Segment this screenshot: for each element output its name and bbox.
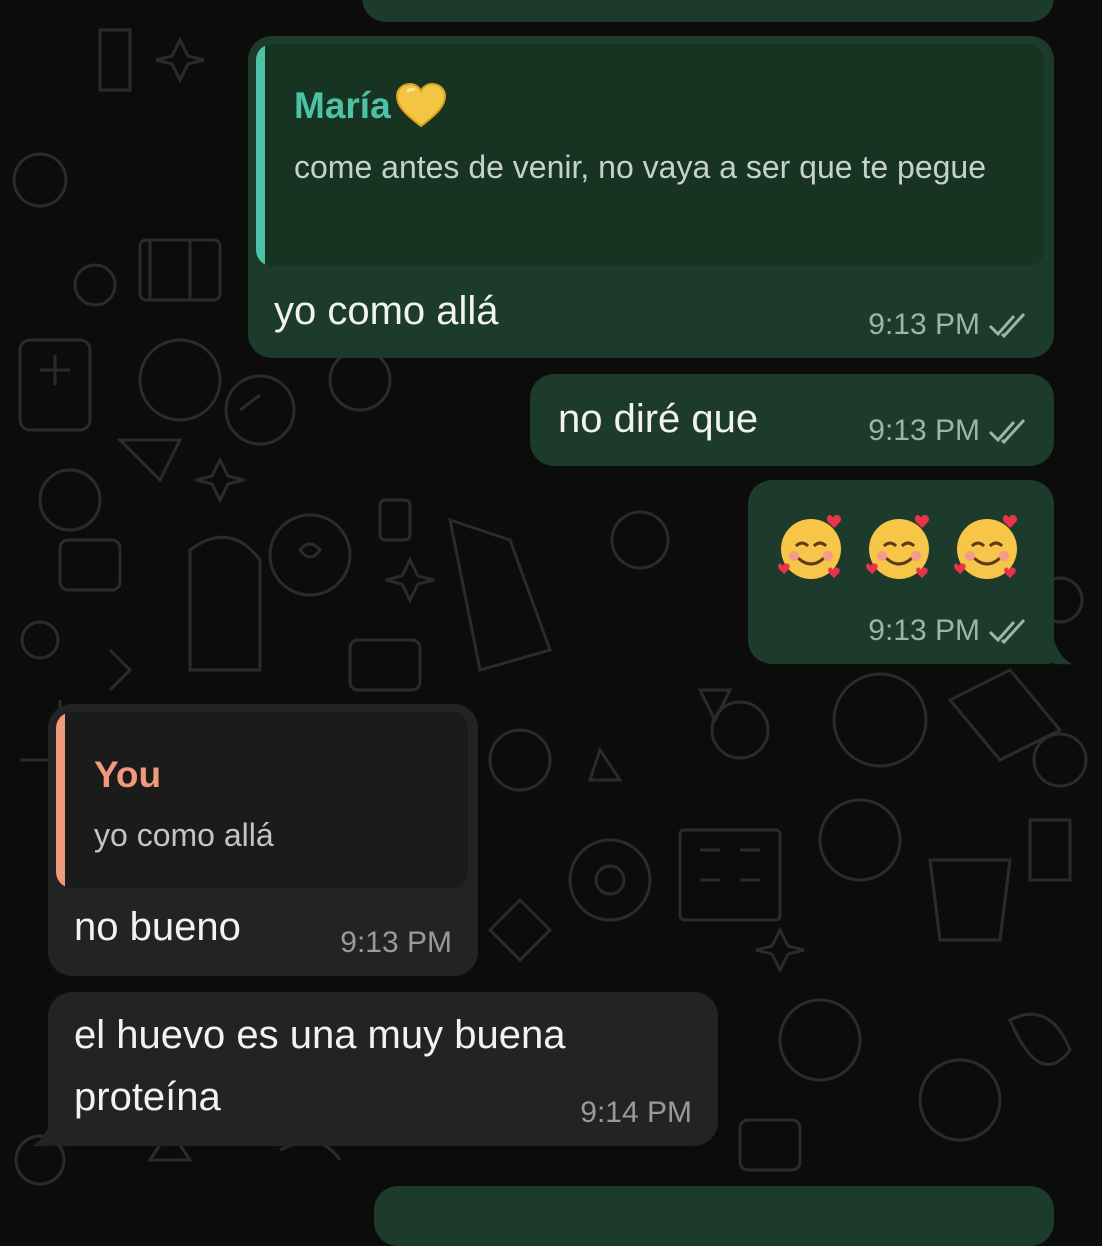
quoted-message[interactable]: María come antes de venir, no vaya a ser… <box>256 44 1044 266</box>
message-text: yo como allá <box>274 289 499 333</box>
message-meta: 9:13 PM <box>868 414 1028 448</box>
smiling-face-with-hearts-icon <box>866 515 930 579</box>
smiling-face-with-hearts-icon <box>778 515 842 579</box>
message-meta: 9:14 PM <box>580 1096 692 1130</box>
quoted-message[interactable]: You yo como allá <box>56 712 468 888</box>
message-time: 9:13 PM <box>868 614 980 647</box>
quote-text: yo como allá <box>94 817 274 853</box>
smiling-face-with-hearts-icon <box>954 515 1018 579</box>
message-text: no bueno <box>74 905 241 949</box>
message-text: no diré que <box>558 397 759 441</box>
read-ticks-icon <box>988 618 1026 644</box>
message-bubble-incoming[interactable]: You yo como allá no bueno 9:13 PM <box>48 704 478 976</box>
message-bubble-outgoing-emoji[interactable]: 9:13 PM <box>748 480 1054 664</box>
quote-author-name: You <box>94 754 162 795</box>
yellow-heart-icon <box>395 82 446 128</box>
message-time: 9:13 PM <box>340 926 452 959</box>
message-meta: 9:13 PM <box>340 926 452 960</box>
message-bubble-outgoing[interactable]: María come antes de venir, no vaya a ser… <box>248 36 1054 358</box>
quote-text: come antes de venir, no vaya a ser que t… <box>294 149 987 185</box>
bubble-tail <box>32 1122 64 1147</box>
bubble-tail <box>1040 640 1072 665</box>
message-time: 9:13 PM <box>868 414 980 447</box>
message-bubble-incoming[interactable]: el huevo es una muy buena proteína 9:14 … <box>48 992 718 1146</box>
message-meta: 9:13 PM <box>868 308 1028 342</box>
quote-author-name: María <box>294 85 391 126</box>
message-bubble-outgoing[interactable]: no diré que 9:13 PM <box>530 374 1054 466</box>
message-bubble-cutoff-bottom[interactable] <box>374 1186 1054 1246</box>
quote-author: María <box>294 82 447 130</box>
quote-accent-bar <box>56 712 65 888</box>
read-ticks-icon <box>988 418 1026 444</box>
message-bubble-cutoff-top[interactable] <box>362 0 1054 22</box>
message-meta: 9:13 PM <box>868 614 1028 648</box>
read-ticks-icon <box>988 312 1026 338</box>
quote-accent-bar <box>256 44 265 266</box>
message-time: 9:14 PM <box>580 1096 692 1129</box>
message-time: 9:13 PM <box>868 308 980 341</box>
